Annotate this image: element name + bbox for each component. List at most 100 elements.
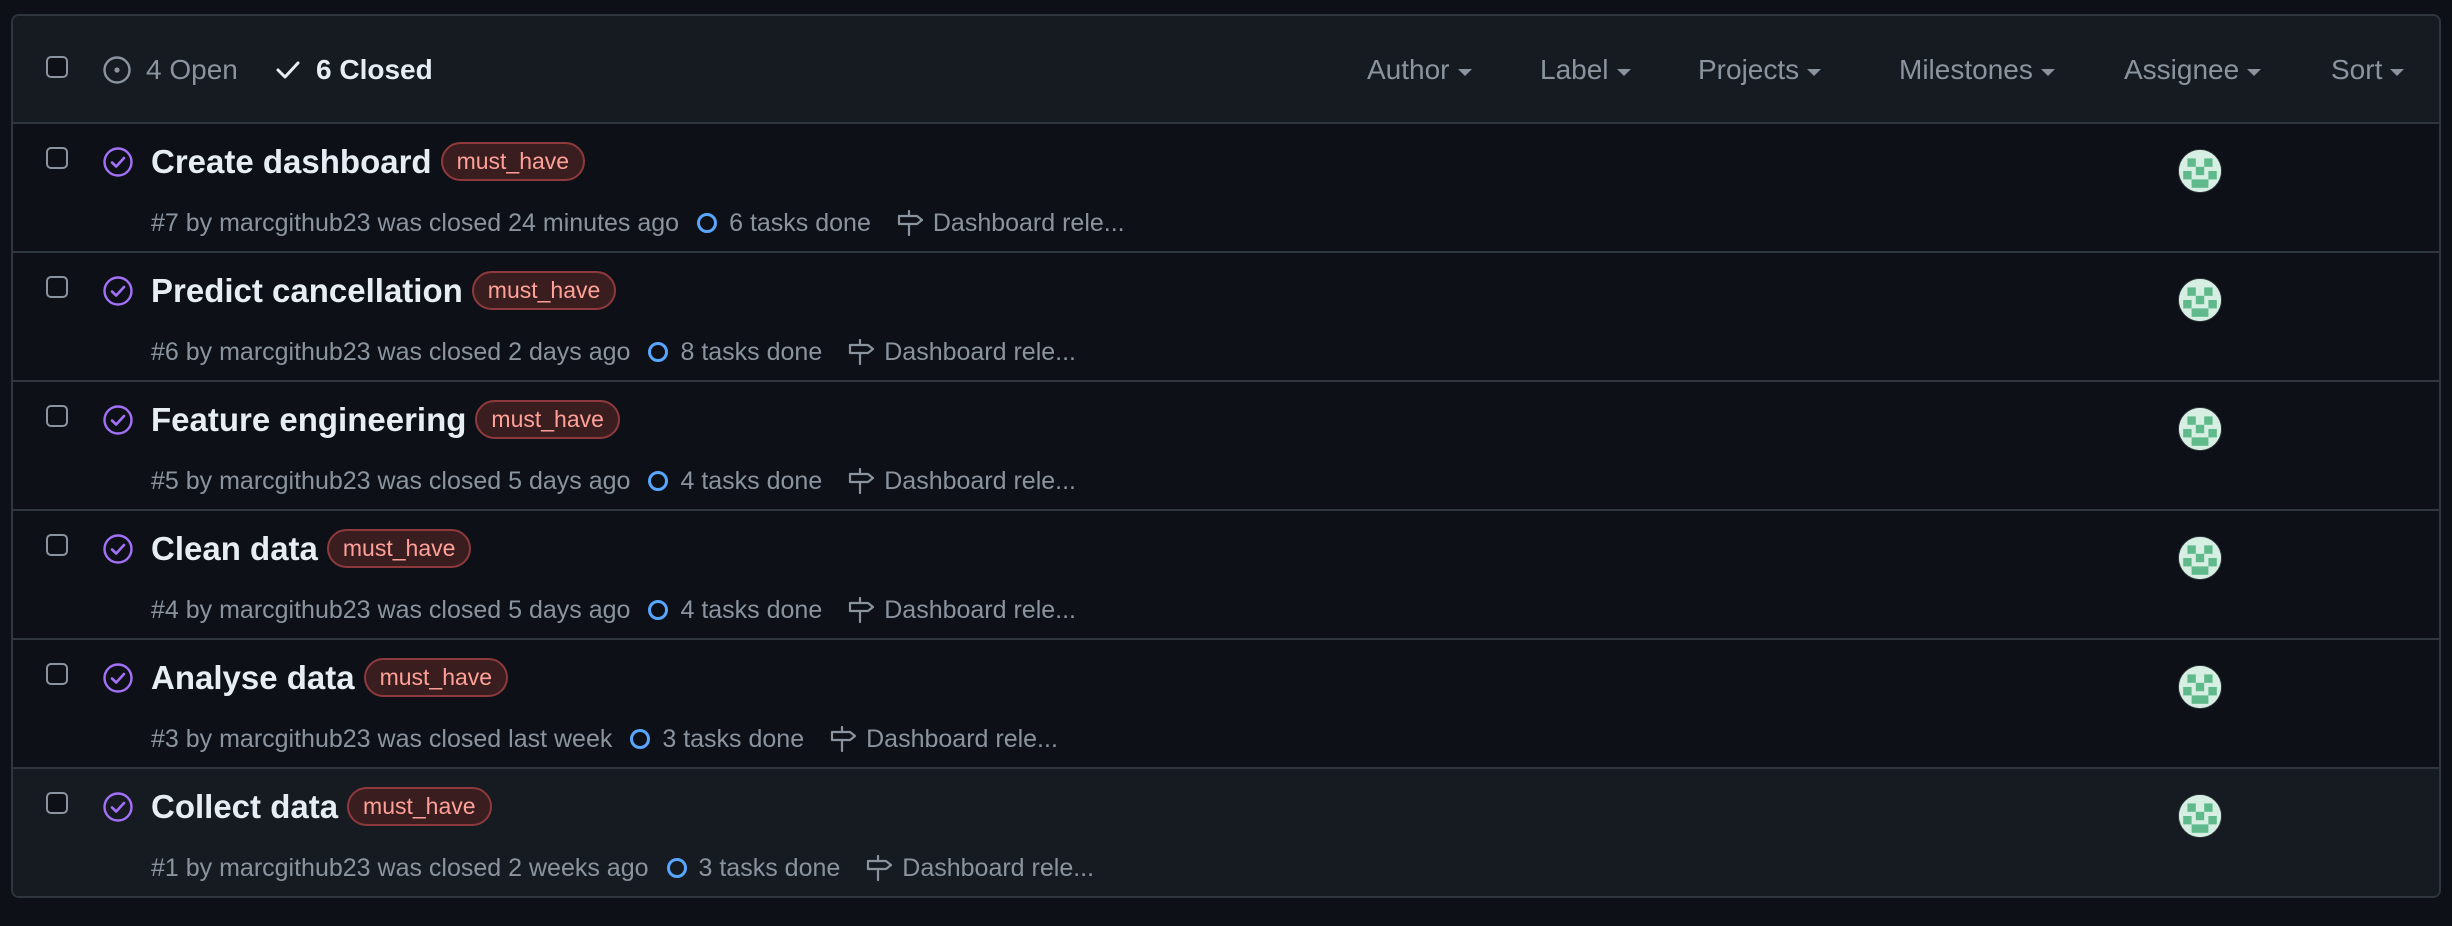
issue-meta: #4 by marcgithub23 was closed 5 days ago… xyxy=(151,595,1076,625)
milestone-label: Dashboard rele... xyxy=(866,724,1058,753)
issue-title-line: Collect data must_have xyxy=(151,787,492,826)
assignee-filter[interactable]: Assignee xyxy=(2124,52,2262,88)
issue-label-badge[interactable]: must_have xyxy=(363,658,509,697)
milestone-icon xyxy=(849,596,875,624)
closed-check-circle-icon xyxy=(103,663,133,693)
sort-filter[interactable]: Sort xyxy=(2331,52,2405,88)
issue-select-checkbox[interactable] xyxy=(46,147,68,169)
caret-down-icon xyxy=(2390,68,2405,76)
assignee-avatar[interactable] xyxy=(2178,278,2222,322)
label-filter-label: Label xyxy=(1540,54,1609,85)
label-filter[interactable]: Label xyxy=(1540,52,1631,88)
issue-meta-text: #7 by marcgithub23 was closed 24 minutes… xyxy=(151,208,680,237)
issue-title-link[interactable]: Clean data xyxy=(151,530,318,568)
issue-select-checkbox[interactable] xyxy=(46,276,68,298)
milestone-icon xyxy=(867,854,893,882)
open-issues-label: 4 Open xyxy=(146,54,238,85)
task-progress-icon xyxy=(648,600,669,620)
milestone-icon xyxy=(831,725,857,753)
task-progress-label: 8 tasks done xyxy=(680,337,823,366)
closed-check-circle-icon xyxy=(103,534,133,564)
issue-label-badge[interactable]: must_have xyxy=(347,787,492,826)
assignee-avatar[interactable] xyxy=(2178,407,2222,451)
caret-down-icon xyxy=(2040,68,2055,76)
issue-title-link[interactable]: Feature engineering xyxy=(151,401,466,439)
task-progress-icon xyxy=(666,858,687,878)
milestone-icon xyxy=(849,338,875,366)
assignee-filter-label: Assignee xyxy=(2124,54,2240,85)
issue-label-badge[interactable]: must_have xyxy=(326,529,472,568)
issue-title-link[interactable]: Create dashboard xyxy=(151,143,432,181)
issue-label-badge[interactable]: must_have xyxy=(475,400,620,439)
issue-rows: Create dashboard must_have #7 by marcgit… xyxy=(13,124,2439,896)
issue-row: Clean data must_have #4 by marcgithub23 … xyxy=(13,511,2439,640)
issue-title-link[interactable]: Predict cancellation xyxy=(151,272,463,310)
select-all-checkbox[interactable] xyxy=(46,56,68,78)
task-progress-icon xyxy=(630,729,651,749)
issue-title-link[interactable]: Analyse data xyxy=(151,659,355,697)
closed-check-circle-icon xyxy=(103,405,133,435)
issue-row: Predict cancellation must_have #6 by mar… xyxy=(13,253,2439,382)
assignee-avatar[interactable] xyxy=(2178,665,2222,709)
issue-title-line: Predict cancellation must_have xyxy=(151,271,617,310)
issue-milestone[interactable]: Dashboard rele... xyxy=(864,853,1094,883)
issue-select-checkbox[interactable] xyxy=(46,534,68,556)
task-progress-label: 4 tasks done xyxy=(680,466,823,495)
issue-title-link[interactable]: Collect data xyxy=(151,788,338,826)
task-progress: 3 tasks done xyxy=(628,725,804,754)
milestones-filter-label: Milestones xyxy=(1899,54,2033,85)
issue-meta-text: #1 by marcgithub23 was closed 2 weeks ag… xyxy=(151,853,649,882)
issue-milestone[interactable]: Dashboard rele... xyxy=(846,466,1076,496)
task-progress-label: 3 tasks done xyxy=(698,853,841,882)
task-progress-label: 4 tasks done xyxy=(680,595,823,624)
issue-label-badge[interactable]: must_have xyxy=(440,142,586,181)
issue-label-badge[interactable]: must_have xyxy=(471,271,617,310)
milestone-icon xyxy=(897,209,923,237)
issues-list-box: 4 Open 6 Closed Author Label Projects Mi… xyxy=(11,14,2441,898)
issue-row: Collect data must_have #1 by marcgithub2… xyxy=(13,769,2439,896)
milestone-label: Dashboard rele... xyxy=(902,853,1095,882)
task-progress-icon xyxy=(697,213,718,233)
issue-milestone[interactable]: Dashboard rele... xyxy=(846,595,1076,625)
task-progress-label: 3 tasks done xyxy=(662,724,805,753)
issue-row: Create dashboard must_have #7 by marcgit… xyxy=(13,124,2439,253)
issue-select-checkbox[interactable] xyxy=(46,663,68,685)
closed-check-circle-icon xyxy=(103,276,133,306)
assignee-avatar[interactable] xyxy=(2178,149,2222,193)
milestone-label: Dashboard rele... xyxy=(932,208,1125,237)
open-issues-tab[interactable]: 4 Open xyxy=(102,52,238,88)
milestone-label: Dashboard rele... xyxy=(884,595,1077,624)
author-filter[interactable]: Author xyxy=(1367,52,1472,88)
closed-check-circle-icon xyxy=(103,792,133,822)
issue-row: Analyse data must_have #3 by marcgithub2… xyxy=(13,640,2439,769)
issue-milestone[interactable]: Dashboard rele... xyxy=(846,337,1076,367)
issue-title-line: Create dashboard must_have xyxy=(151,142,586,181)
caret-down-icon xyxy=(2247,68,2262,76)
issue-milestone[interactable]: Dashboard rele... xyxy=(895,208,1125,238)
identicon-icon xyxy=(2179,408,2221,450)
issue-milestone[interactable]: Dashboard rele... xyxy=(828,724,1058,754)
identicon-icon xyxy=(2179,666,2221,708)
issues-list-header: 4 Open 6 Closed Author Label Projects Mi… xyxy=(13,16,2439,124)
projects-filter[interactable]: Projects xyxy=(1698,52,1822,88)
sort-filter-label: Sort xyxy=(2331,54,2383,85)
milestones-filter[interactable]: Milestones xyxy=(1899,52,2055,88)
issue-select-checkbox[interactable] xyxy=(46,792,68,814)
task-progress: 3 tasks done xyxy=(665,853,841,883)
caret-down-icon xyxy=(1457,68,1472,76)
task-progress: 4 tasks done xyxy=(646,467,822,496)
assignee-avatar[interactable] xyxy=(2178,536,2222,580)
issue-meta-text: #6 by marcgithub23 was closed 2 days ago xyxy=(151,337,631,366)
task-progress-icon xyxy=(648,471,669,491)
assignee-avatar[interactable] xyxy=(2178,794,2222,838)
issue-meta: #1 by marcgithub23 was closed 2 weeks ag… xyxy=(151,853,1094,883)
issue-select-checkbox[interactable] xyxy=(46,405,68,427)
closed-issues-tab[interactable]: 6 Closed xyxy=(274,52,433,88)
author-filter-label: Author xyxy=(1367,54,1450,85)
issue-title-line: Feature engineering must_have xyxy=(151,400,620,439)
milestone-label: Dashboard rele... xyxy=(884,466,1077,495)
identicon-icon xyxy=(2179,150,2221,192)
projects-filter-label: Projects xyxy=(1698,54,1800,85)
issue-meta: #7 by marcgithub23 was closed 24 minutes… xyxy=(151,208,1125,238)
issue-row: Feature engineering must_have #5 by marc… xyxy=(13,382,2439,511)
